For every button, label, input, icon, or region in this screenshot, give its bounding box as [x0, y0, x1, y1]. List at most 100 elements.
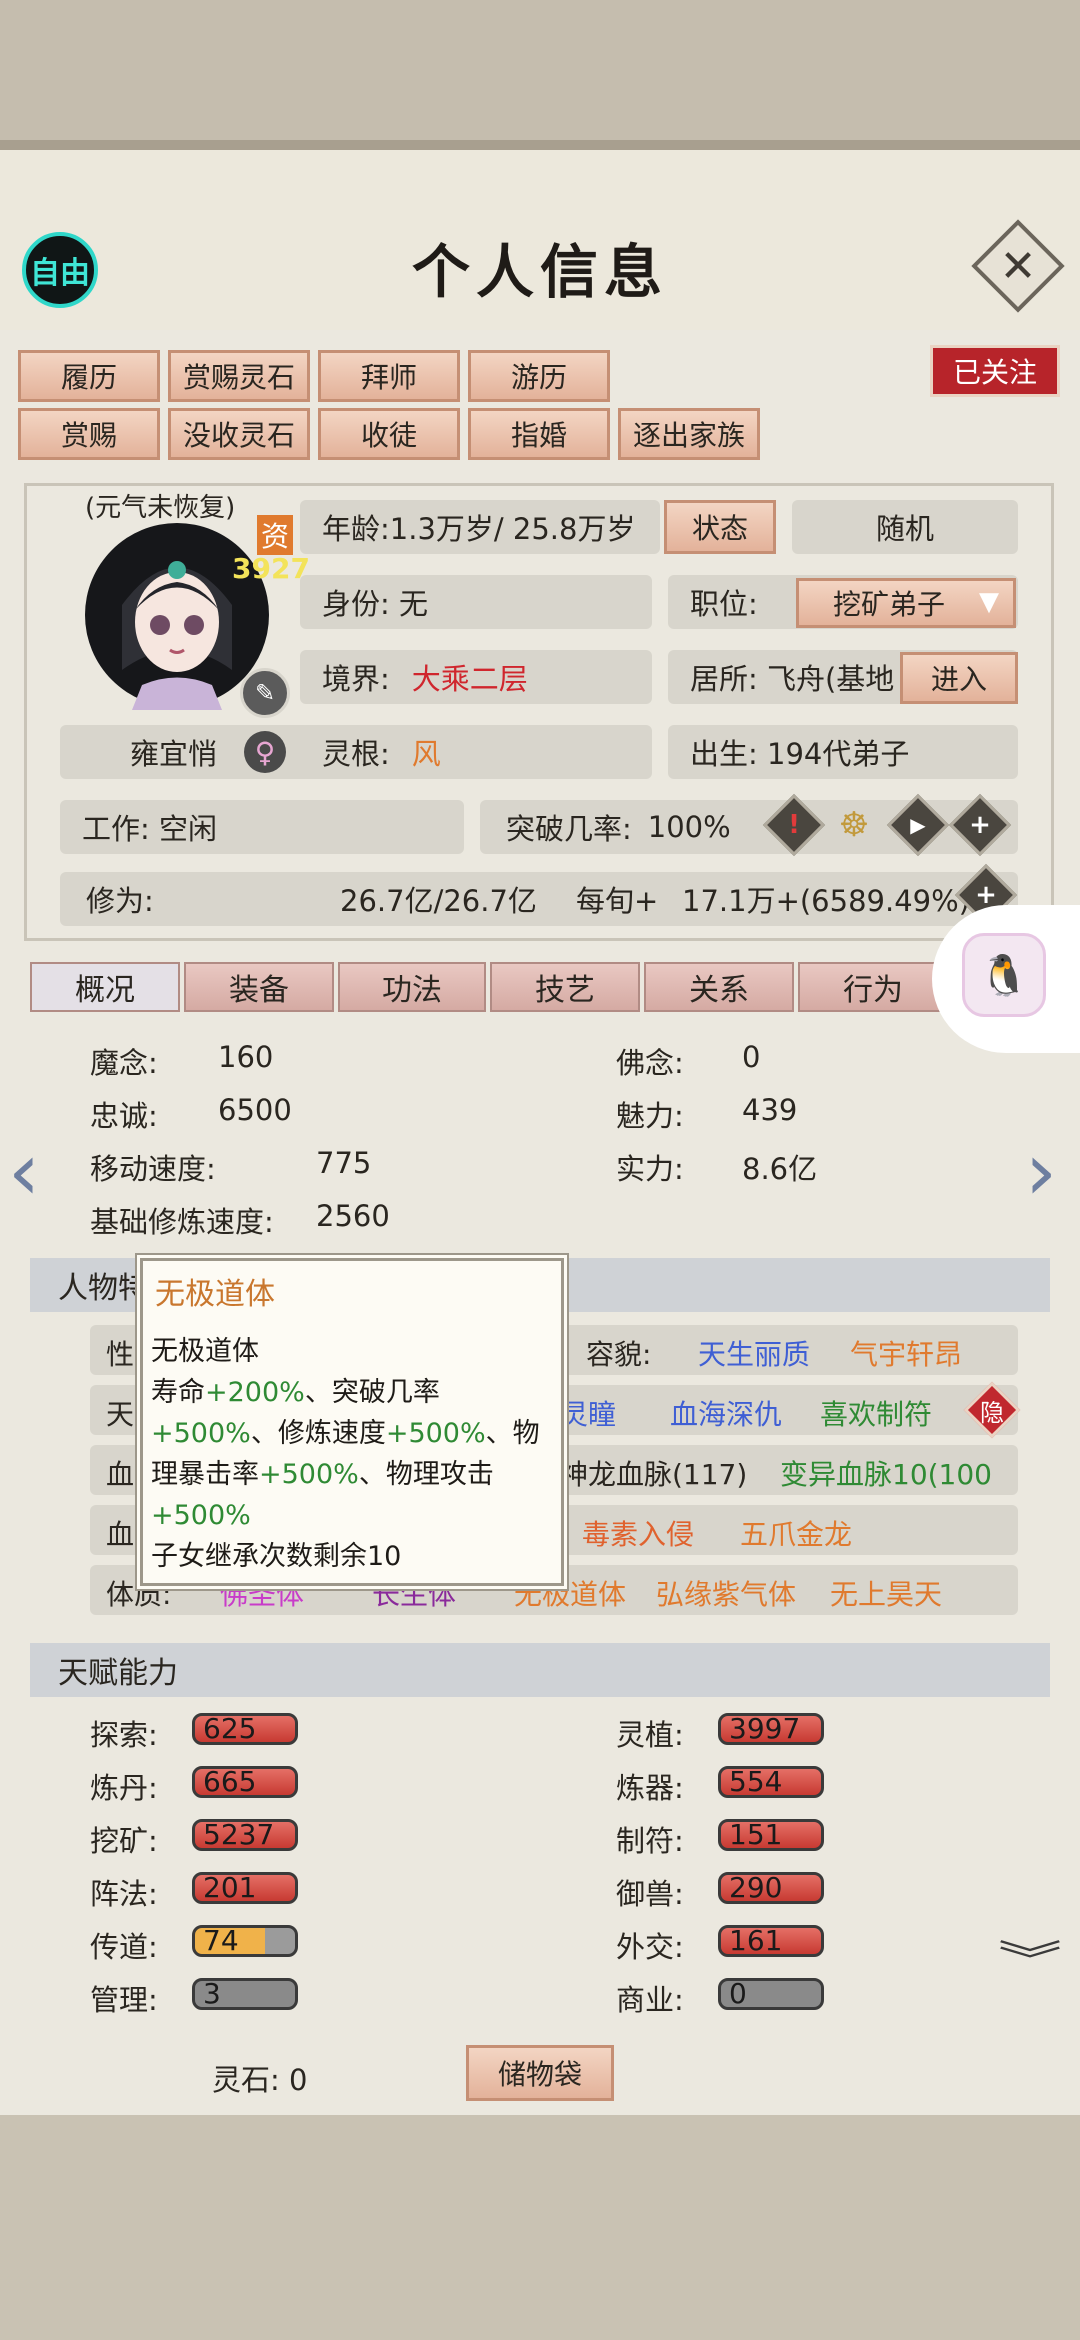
- page-title: 个人信息: [411, 238, 668, 306]
- followed-badge[interactable]: 已关注: [930, 345, 1060, 397]
- tab-equipment[interactable]: 装备: [184, 962, 334, 1012]
- spirit-root-field: 灵根: 风: [300, 725, 652, 779]
- cultivation-field: 修为: 26.7亿/26.7亿 每旬+ 17.1万+(6589.49%): [60, 872, 1018, 926]
- talent-label: 商业:: [616, 1983, 684, 2017]
- tt-l2a: +500%: [151, 1418, 251, 1449]
- random-button[interactable]: 随机: [792, 500, 1018, 554]
- next-arrow-icon[interactable]: ›: [1025, 1125, 1057, 1218]
- tt-l3c: 、物理攻击: [358, 1459, 494, 1490]
- position-label: 职位:: [690, 587, 758, 621]
- demonic-value: 160: [218, 1040, 274, 1074]
- age-field: 年龄:1.3万岁/ 25.8万岁: [300, 500, 660, 554]
- cultivation-label: 修为:: [86, 884, 154, 918]
- alert-icon[interactable]: !: [772, 803, 816, 847]
- talent-bar: 74: [192, 1925, 298, 1957]
- breakthrough-label: 突破几率:: [506, 812, 632, 846]
- reward-button[interactable]: 赏赐: [18, 408, 160, 460]
- scroll-down-icon[interactable]: ︾: [998, 1941, 1062, 1981]
- play-icon[interactable]: ▶: [896, 803, 940, 847]
- talent-bar: 5237: [192, 1819, 298, 1851]
- talent-label: 灵植:: [616, 1718, 684, 1752]
- tooltip-line-4: +500%: [151, 1495, 553, 1536]
- status-button[interactable]: 状态: [664, 500, 776, 554]
- trait-dragon-bloodline: 神龙血脉(117): [560, 1458, 748, 1491]
- appearance-1: 天生丽质: [698, 1338, 811, 1371]
- tooltip-line-1: 寿命+200%、突破几率: [151, 1372, 553, 1413]
- buddha-value: 0: [742, 1040, 761, 1074]
- tooltip-line-2: +500%、修炼速度+500%、物: [151, 1413, 553, 1454]
- tt-l1a: 寿命: [151, 1377, 205, 1408]
- tt-l2b: 、修炼速度: [250, 1418, 386, 1449]
- tt-l1c: 、突破几率: [304, 1377, 440, 1408]
- talent-label: 传道:: [90, 1930, 158, 1964]
- loyalty-label: 忠诚:: [90, 1099, 158, 1133]
- position-value: 挖矿弟子: [833, 588, 946, 621]
- per-turn-value: 17.1万+(6589.49%): [682, 884, 970, 918]
- speed-value: 775: [316, 1146, 372, 1180]
- tooltip-title: 无极道体: [155, 1277, 275, 1312]
- qq-penguin-icon[interactable]: 🐧: [962, 933, 1046, 1017]
- trait-golden-dragon: 五爪金龙: [740, 1518, 853, 1551]
- speed-label: 移动速度:: [90, 1152, 216, 1186]
- history-button[interactable]: 履历: [18, 350, 160, 402]
- arrange-marriage-button[interactable]: 指婚: [468, 408, 610, 460]
- tab-overview[interactable]: 概况: [30, 962, 180, 1012]
- talent-bar: 151: [718, 1819, 824, 1851]
- female-icon: ♀: [244, 731, 286, 773]
- position-dropdown[interactable]: 挖矿弟子 ▼: [796, 578, 1016, 628]
- take-disciple-button[interactable]: 收徒: [318, 408, 460, 460]
- trait-mutant-bloodline: 变异血脉10(100: [780, 1458, 992, 1491]
- top-decor-band: [0, 0, 1080, 150]
- talent-bar: 3: [192, 1978, 298, 2010]
- birth-field: 出生: 194代弟子: [668, 725, 1018, 779]
- physique-tooltip: 无极道体 无极道体 寿命+200%、突破几率 +500%、修炼速度+500%、物…: [140, 1258, 564, 1586]
- tab-behavior[interactable]: 行为: [798, 962, 948, 1012]
- tab-techniques[interactable]: 功法: [338, 962, 486, 1012]
- reward-stone-button[interactable]: 赏赐灵石: [168, 350, 310, 402]
- demonic-label: 魔念:: [90, 1046, 158, 1080]
- expel-button[interactable]: 逐出家族: [618, 408, 760, 460]
- tab-relations[interactable]: 关系: [644, 962, 794, 1012]
- tt-l1b: +200%: [205, 1377, 305, 1408]
- prev-arrow-icon[interactable]: ‹: [8, 1125, 40, 1218]
- realm-label: 境界:: [322, 662, 390, 696]
- physique-haotian: 无上昊天: [830, 1578, 943, 1611]
- enter-button[interactable]: 进入: [900, 652, 1018, 704]
- charm-label: 魅力:: [616, 1099, 684, 1133]
- aptitude-value: 3927: [232, 552, 310, 585]
- power-value: 8.6亿: [742, 1152, 818, 1186]
- tab-skills[interactable]: 技艺: [490, 962, 640, 1012]
- trait-blood-feud: 血海深仇: [670, 1398, 783, 1431]
- trait-row3-label: 血: [106, 1458, 135, 1491]
- trait-row4-label: 血: [106, 1518, 135, 1551]
- per-turn-label: 每旬+: [576, 884, 659, 918]
- brush-icon[interactable]: ✎: [240, 668, 290, 718]
- trait-likes-talisman: 喜欢制符: [820, 1398, 933, 1431]
- aptitude-label: 资: [257, 515, 294, 555]
- tooltip-line-5: 子女继承次数剩余10: [151, 1541, 402, 1572]
- plus-icon[interactable]: +: [958, 803, 1002, 847]
- trait-toxin: 毒素入侵: [582, 1518, 695, 1551]
- appearance-label: 容貌:: [586, 1338, 652, 1371]
- loyalty-value: 6500: [218, 1093, 292, 1127]
- talent-label: 炼器:: [616, 1771, 684, 1805]
- storage-bag-button[interactable]: 储物袋: [466, 2045, 614, 2101]
- tt-l3b: +500%: [259, 1459, 359, 1490]
- apprentice-button[interactable]: 拜师: [318, 350, 460, 402]
- tt-l2d: 、物: [485, 1418, 540, 1449]
- confiscate-stone-button[interactable]: 没收灵石: [168, 408, 310, 460]
- hide-label[interactable]: 隐: [972, 1390, 1012, 1430]
- travel-button[interactable]: 游历: [468, 350, 610, 402]
- close-icon[interactable]: ✕: [985, 233, 1051, 299]
- bottom-decor-band: [0, 2115, 1080, 2340]
- breakthrough-value: 100%: [647, 810, 731, 844]
- spirit-stone-count: 灵石: 0: [212, 2063, 308, 2097]
- talent-bar: 554: [718, 1766, 824, 1798]
- meditation-icon[interactable]: ☸: [830, 796, 878, 854]
- character-name: 雍宜悄: [130, 737, 218, 771]
- chevron-down-icon: ▼: [979, 587, 999, 617]
- realm-value: 大乘二层: [411, 662, 528, 696]
- appearance-2: 气宇轩昂: [850, 1338, 963, 1371]
- cultivation-value: 26.7亿/26.7亿: [340, 884, 537, 918]
- talent-label: 御兽:: [616, 1877, 684, 1911]
